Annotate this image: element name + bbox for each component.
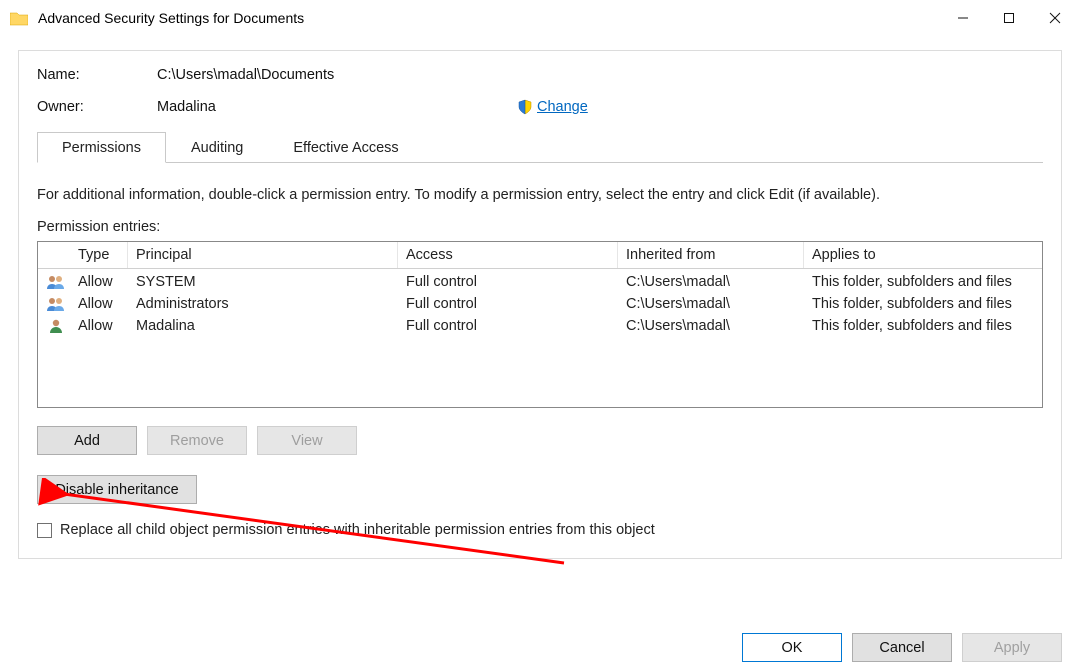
replace-children-label: Replace all child object permission entr… xyxy=(60,522,655,538)
titlebar: Advanced Security Settings for Documents xyxy=(0,0,1080,36)
hint-text: For additional information, double-click… xyxy=(37,187,1043,203)
ok-button[interactable]: OK xyxy=(742,633,842,662)
minimize-button[interactable] xyxy=(940,3,986,33)
apply-button: Apply xyxy=(962,633,1062,662)
cell-inherited: C:\Users\madal\ xyxy=(618,318,804,334)
name-value: C:\Users\madal\Documents xyxy=(157,67,334,83)
col-inherited-header[interactable]: Inherited from xyxy=(618,242,804,268)
table-row[interactable]: AllowAdministratorsFull controlC:\Users\… xyxy=(38,293,1042,315)
maximize-button[interactable] xyxy=(986,3,1032,33)
cell-applies: This folder, subfolders and files xyxy=(804,274,1042,290)
cell-inherited: C:\Users\madal\ xyxy=(618,274,804,290)
owner-row: Owner: Madalina Change xyxy=(37,99,1043,115)
cell-inherited: C:\Users\madal\ xyxy=(618,296,804,312)
cell-principal: Madalina xyxy=(128,318,398,334)
principal-icon xyxy=(38,318,70,334)
dialog-buttons: OK Cancel Apply xyxy=(742,633,1062,662)
window-title: Advanced Security Settings for Documents xyxy=(38,10,304,26)
principal-icon xyxy=(38,274,70,290)
permission-table-header: Type Principal Access Inherited from App… xyxy=(38,242,1042,269)
dialog-body: Name: C:\Users\madal\Documents Owner: Ma… xyxy=(18,50,1062,559)
principal-icon xyxy=(38,296,70,312)
permission-table: Type Principal Access Inherited from App… xyxy=(37,241,1043,408)
tab-auditing[interactable]: Auditing xyxy=(166,132,268,163)
col-applies-header[interactable]: Applies to xyxy=(804,242,1042,268)
shield-icon xyxy=(517,99,533,115)
cell-type: Allow xyxy=(70,296,128,312)
owner-value: Madalina xyxy=(157,99,517,115)
name-label: Name: xyxy=(37,67,157,83)
remove-button: Remove xyxy=(147,426,247,455)
col-principal-header[interactable]: Principal xyxy=(128,242,398,268)
add-button[interactable]: Add xyxy=(37,426,137,455)
name-row: Name: C:\Users\madal\Documents xyxy=(37,67,1043,83)
folder-icon xyxy=(10,11,28,26)
disable-inheritance-button[interactable]: Disable inheritance xyxy=(37,475,197,504)
cancel-button[interactable]: Cancel xyxy=(852,633,952,662)
col-type-header[interactable]: Type xyxy=(70,242,128,268)
table-row[interactable]: AllowMadalinaFull controlC:\Users\madal\… xyxy=(38,315,1042,337)
cell-principal: SYSTEM xyxy=(128,274,398,290)
view-button: View xyxy=(257,426,357,455)
tab-strip: Permissions Auditing Effective Access xyxy=(37,131,1043,163)
tab-permissions[interactable]: Permissions xyxy=(37,132,166,163)
replace-children-checkbox[interactable] xyxy=(37,523,52,538)
col-access-header[interactable]: Access xyxy=(398,242,618,268)
owner-label: Owner: xyxy=(37,99,157,115)
entry-buttons: Add Remove View xyxy=(37,426,1043,455)
cell-principal: Administrators xyxy=(128,296,398,312)
replace-children-row: Replace all child object permission entr… xyxy=(37,522,1043,538)
permission-entries-heading: Permission entries: xyxy=(37,219,1043,235)
cell-applies: This folder, subfolders and files xyxy=(804,296,1042,312)
cell-type: Allow xyxy=(70,274,128,290)
cell-type: Allow xyxy=(70,318,128,334)
close-button[interactable] xyxy=(1032,3,1078,33)
window-controls xyxy=(940,3,1078,33)
cell-applies: This folder, subfolders and files xyxy=(804,318,1042,334)
table-row[interactable]: AllowSYSTEMFull controlC:\Users\madal\Th… xyxy=(38,271,1042,293)
change-owner-link[interactable]: Change xyxy=(537,99,588,115)
tab-effective-access[interactable]: Effective Access xyxy=(268,132,423,163)
cell-access: Full control xyxy=(398,274,618,290)
cell-access: Full control xyxy=(398,296,618,312)
permission-table-body: AllowSYSTEMFull controlC:\Users\madal\Th… xyxy=(38,269,1042,407)
cell-access: Full control xyxy=(398,318,618,334)
